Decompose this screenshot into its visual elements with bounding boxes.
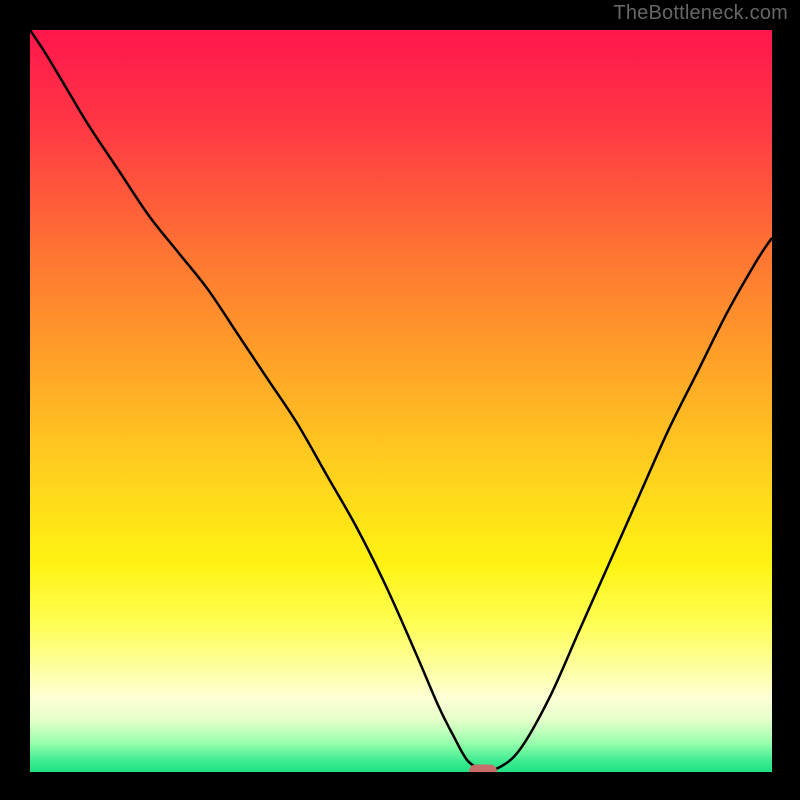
chart-frame: TheBottleneck.com	[0, 0, 800, 800]
bottleneck-curve	[30, 30, 772, 772]
plot-area	[30, 30, 772, 772]
optimal-point-marker	[469, 765, 497, 773]
watermark-text: TheBottleneck.com	[613, 2, 788, 25]
